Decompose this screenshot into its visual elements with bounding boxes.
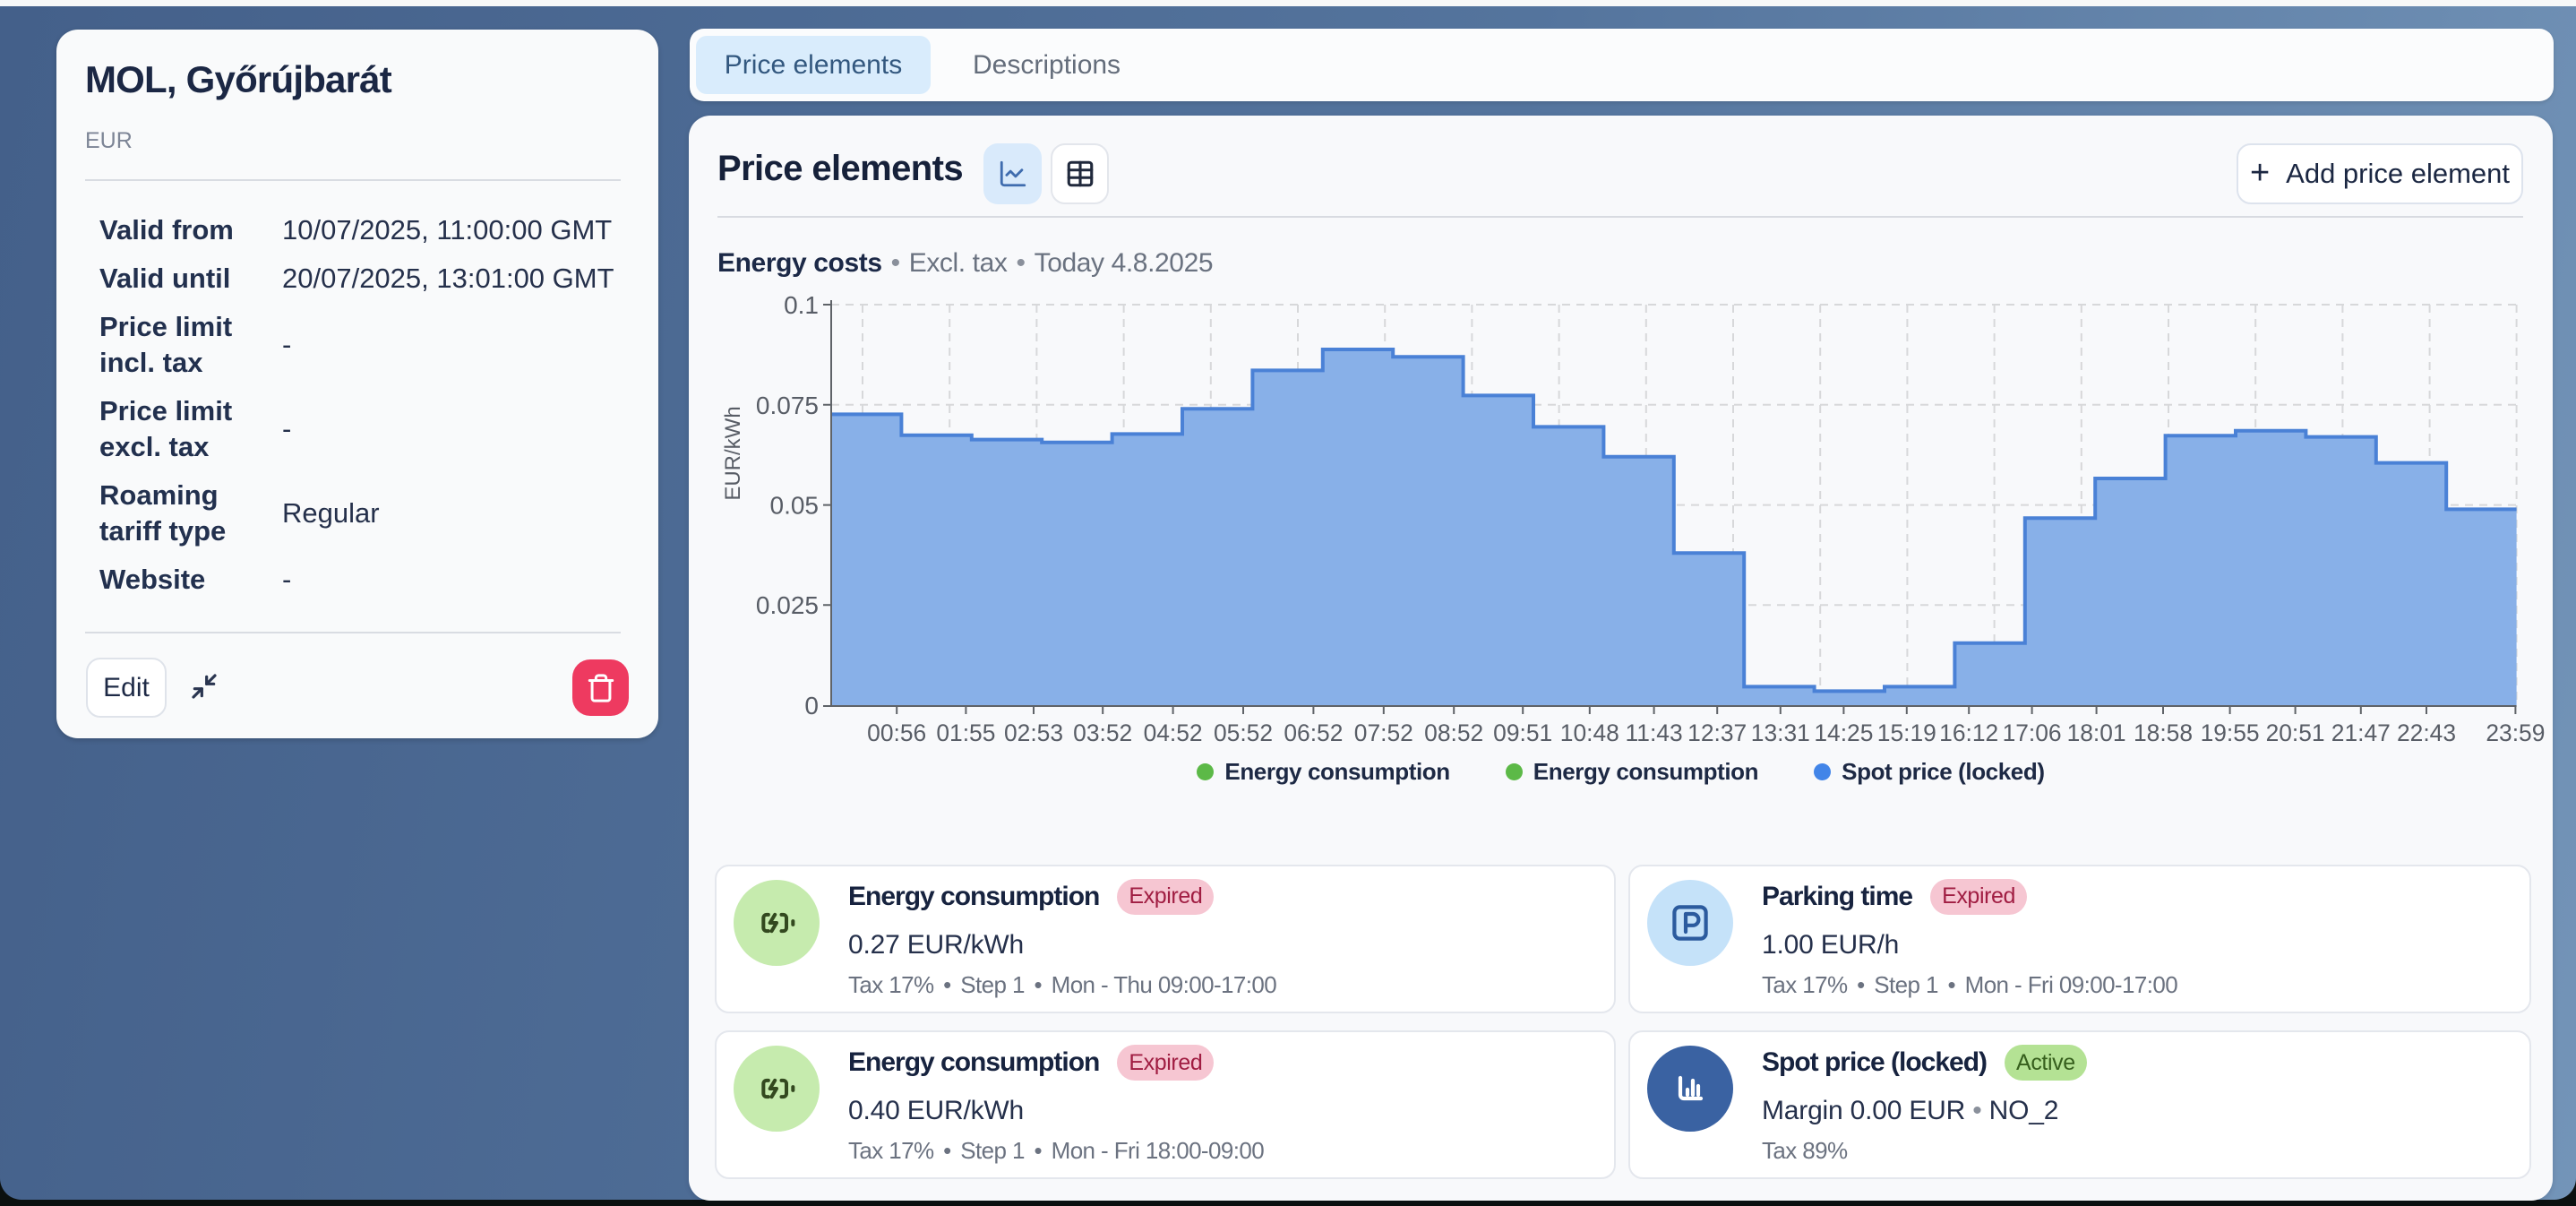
- svg-text:20:51: 20:51: [2266, 719, 2325, 746]
- svg-text:0.05: 0.05: [770, 492, 820, 520]
- svg-text:10:48: 10:48: [1560, 719, 1619, 746]
- svg-text:17:06: 17:06: [2003, 719, 2062, 746]
- svg-text:08:52: 08:52: [1424, 719, 1483, 746]
- svg-text:0.1: 0.1: [784, 291, 819, 319]
- svg-text:15:19: 15:19: [1877, 719, 1936, 746]
- svg-text:21:47: 21:47: [2331, 719, 2391, 746]
- svg-text:03:52: 03:52: [1073, 719, 1132, 746]
- svg-text:09:51: 09:51: [1493, 719, 1552, 746]
- svg-text:00:56: 00:56: [867, 719, 926, 746]
- svg-text:18:01: 18:01: [2067, 719, 2126, 746]
- svg-text:0.075: 0.075: [756, 392, 819, 419]
- svg-text:0.025: 0.025: [756, 591, 819, 619]
- svg-text:06:52: 06:52: [1284, 719, 1343, 746]
- svg-text:EUR/kWh: EUR/kWh: [721, 406, 745, 500]
- svg-text:05:52: 05:52: [1214, 719, 1273, 746]
- svg-text:11:43: 11:43: [1626, 719, 1683, 746]
- svg-text:0: 0: [804, 692, 819, 719]
- svg-text:14:25: 14:25: [1814, 719, 1873, 746]
- svg-text:23:59: 23:59: [2486, 719, 2545, 746]
- svg-text:18:58: 18:58: [2134, 719, 2193, 746]
- svg-text:04:52: 04:52: [1144, 719, 1203, 746]
- svg-text:07:52: 07:52: [1354, 719, 1413, 746]
- svg-text:22:43: 22:43: [2397, 719, 2456, 746]
- svg-text:02:53: 02:53: [1004, 719, 1063, 746]
- svg-text:01:55: 01:55: [936, 719, 995, 746]
- svg-text:12:37: 12:37: [1687, 719, 1747, 746]
- svg-text:19:55: 19:55: [2201, 719, 2260, 746]
- svg-text:16:12: 16:12: [1939, 719, 1998, 746]
- svg-text:13:31: 13:31: [1751, 719, 1810, 746]
